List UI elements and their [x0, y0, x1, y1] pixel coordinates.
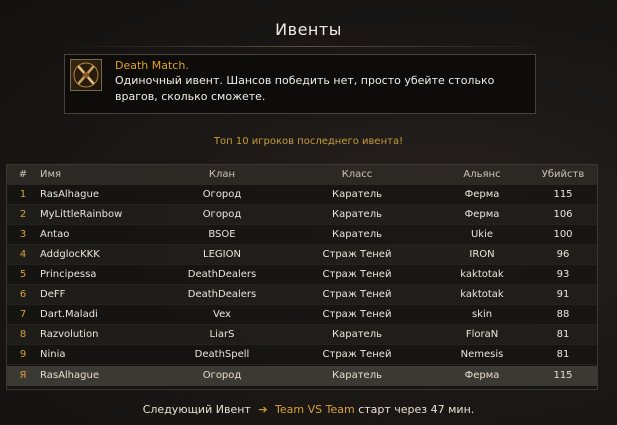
row-rank: 4: [19, 249, 27, 260]
leaderboard-table: # Имя Клан Класс Альянс Убийств 1 RasAlh…: [6, 164, 598, 390]
row-name: DeFF: [40, 289, 66, 300]
row-alliance: Ферма: [464, 189, 500, 200]
self-class: Каратель: [332, 370, 382, 381]
row-clan: DeathDealers: [187, 269, 257, 280]
row-rank: 3: [19, 229, 27, 240]
row-kills: 91: [556, 289, 570, 300]
row-kills: 93: [556, 269, 570, 280]
row-kills: 81: [556, 329, 570, 340]
leaderboard-caption: Топ 10 игроков последнего ивента!: [213, 136, 404, 147]
row-class: Страж Теней: [322, 269, 392, 280]
table-row[interactable]: 2 MyLittleRainbow Огород Каратель Ферма …: [7, 205, 597, 225]
row-rank: 5: [19, 269, 27, 280]
window-title: Ивенты: [275, 20, 342, 39]
row-clan: DeathDealers: [187, 289, 257, 300]
row-rank: 8: [19, 329, 27, 340]
arrow-right-icon: ➔: [258, 403, 268, 416]
self-name: RasAlhague: [40, 370, 99, 381]
row-class: Страж Теней: [322, 349, 392, 360]
header-kills[interactable]: Убийств: [537, 165, 589, 185]
row-name: RasAlhague: [40, 189, 99, 200]
row-class: Страж Теней: [322, 249, 392, 260]
next-event-time: старт через 47 мин.: [358, 403, 475, 416]
table-row[interactable]: 1 RasAlhague Огород Каратель Ферма 115: [7, 185, 597, 205]
table-row[interactable]: 9 Ninia DeathSpell Страж Теней Nemesis 8…: [7, 345, 597, 365]
row-alliance: kaktotak: [460, 289, 504, 300]
row-rank: 6: [19, 289, 27, 300]
event-description: Одиночный ивент. Шансов победить нет, пр…: [115, 74, 495, 103]
event-name: Death Match.: [115, 59, 189, 72]
header-rank[interactable]: #: [13, 165, 33, 185]
self-alliance: Ферма: [464, 370, 500, 381]
self-kills: 115: [553, 370, 573, 381]
row-class: Страж Теней: [322, 289, 392, 300]
row-name: Antao: [40, 229, 70, 240]
row-alliance: kaktotak: [460, 269, 504, 280]
table-row[interactable]: 5 Principessa DeathDealers Страж Теней k…: [7, 265, 597, 285]
title-divider: [60, 46, 557, 47]
table-header: # Имя Клан Класс Альянс Убийств: [7, 165, 597, 185]
row-kills: 106: [553, 209, 573, 220]
row-clan: LEGION: [203, 249, 241, 260]
row-kills: 115: [553, 189, 573, 200]
row-alliance: Ukie: [470, 229, 494, 240]
row-alliance: Ферма: [464, 209, 500, 220]
header-alliance[interactable]: Альянс: [427, 165, 537, 185]
row-clan: Огород: [202, 209, 242, 220]
table-row[interactable]: 6 DeFF DeathDealers Страж Теней kaktotak…: [7, 285, 597, 305]
next-event-line: Следующий Ивент ➔ Team VS Team старт чер…: [0, 403, 617, 416]
row-alliance: Nemesis: [460, 349, 504, 360]
row-alliance: IRON: [469, 249, 495, 260]
row-name: AddglocKKK: [40, 249, 100, 260]
header-name[interactable]: Имя: [40, 165, 61, 185]
row-name: Dart.Maladi: [40, 309, 98, 320]
row-kills: 96: [556, 249, 570, 260]
row-name: Ninia: [40, 349, 66, 360]
row-clan: Vex: [213, 309, 231, 320]
event-info-panel: Death Match. Одиночный ивент. Шансов поб…: [64, 54, 536, 114]
row-clan: BSOE: [208, 229, 236, 240]
row-clan: Огород: [202, 189, 242, 200]
row-rank: 1: [19, 189, 27, 200]
header-clan[interactable]: Клан: [147, 165, 297, 185]
row-name: MyLittleRainbow: [40, 209, 123, 220]
row-class: Каратель: [332, 209, 382, 220]
self-clan: Огород: [202, 370, 242, 381]
crossed-swords-icon: [70, 59, 102, 91]
row-class: Каратель: [332, 189, 382, 200]
row-name: Razvolution: [40, 329, 99, 340]
row-clan: DeathSpell: [194, 349, 250, 360]
row-kills: 88: [556, 309, 570, 320]
table-row[interactable]: 4 AddglocKKK LEGION Страж Теней IRON 96: [7, 245, 597, 265]
table-row[interactable]: 7 Dart.Maladi Vex Страж Теней skin 88: [7, 305, 597, 325]
row-rank: 7: [19, 309, 27, 320]
row-class: Каратель: [332, 229, 382, 240]
self-row[interactable]: Я RasAlhague Огород Каратель Ферма 115: [7, 366, 597, 386]
self-rank: Я: [19, 370, 27, 381]
row-name: Principessa: [40, 269, 97, 280]
row-class: Каратель: [332, 329, 382, 340]
row-clan: LiarS: [209, 329, 235, 340]
row-class: Страж Теней: [322, 309, 392, 320]
header-class[interactable]: Класс: [302, 165, 412, 185]
row-alliance: FloraN: [465, 329, 499, 340]
row-kills: 100: [553, 229, 573, 240]
next-event-label: Следующий Ивент: [142, 403, 251, 416]
table-row[interactable]: 8 Razvolution LiarS Каратель FloraN 81: [7, 325, 597, 345]
row-alliance: skin: [471, 309, 493, 320]
next-event-name[interactable]: Team VS Team: [275, 403, 355, 416]
row-rank: 2: [19, 209, 27, 220]
table-row[interactable]: 3 Antao BSOE Каратель Ukie 100: [7, 225, 597, 245]
row-kills: 81: [556, 349, 570, 360]
row-rank: 9: [19, 349, 27, 360]
